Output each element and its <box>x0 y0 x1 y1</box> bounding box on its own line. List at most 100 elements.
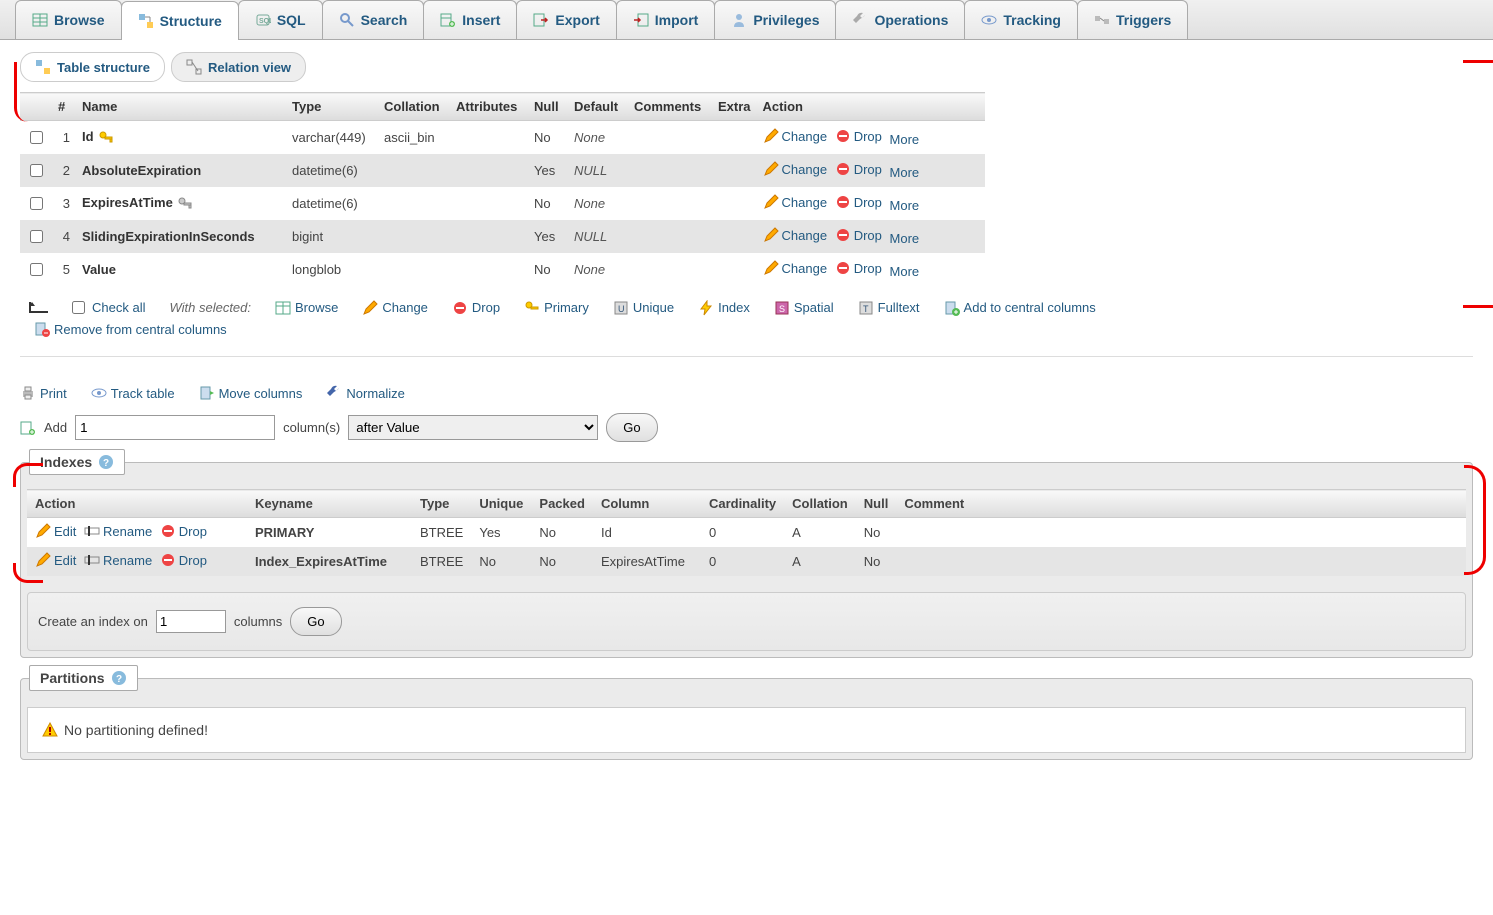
idx-header-collation: Collation <box>784 490 856 518</box>
change-link[interactable]: Change <box>763 161 828 177</box>
row-extra <box>712 121 757 155</box>
tab-triggers[interactable]: Triggers <box>1077 0 1188 39</box>
change-link[interactable]: Change <box>763 194 828 210</box>
drop-link[interactable]: Drop <box>160 523 207 539</box>
idx-collation: A <box>784 518 856 548</box>
row-checkbox[interactable] <box>30 197 43 210</box>
row-actions: Change Drop More <box>757 187 985 220</box>
bulk-browse[interactable]: Browse <box>275 300 338 316</box>
row-default: None <box>568 187 628 220</box>
drop-link[interactable]: Drop <box>835 194 882 210</box>
drop-link[interactable]: Drop <box>835 227 882 243</box>
tab-structure[interactable]: Structure <box>121 1 239 40</box>
add-position-select[interactable]: after Value <box>348 415 598 440</box>
more-link[interactable]: More <box>890 231 920 246</box>
add-go-button[interactable]: Go <box>606 413 657 442</box>
insert-icon <box>440 12 456 28</box>
svg-text:S: S <box>779 304 785 314</box>
print-icon <box>20 385 36 401</box>
more-link[interactable]: More <box>890 264 920 279</box>
table-icon <box>32 12 48 28</box>
row-null: No <box>528 187 568 220</box>
tab-privileges[interactable]: Privileges <box>714 0 836 39</box>
drop-icon <box>835 260 851 276</box>
row-checkbox[interactable] <box>30 263 43 276</box>
drop-icon <box>160 523 176 539</box>
tab-tracking[interactable]: Tracking <box>964 0 1078 39</box>
subtab-relation-view[interactable]: Relation view <box>171 52 306 82</box>
edit-link[interactable]: Edit <box>35 523 76 539</box>
track-link[interactable]: Track table <box>91 385 175 401</box>
rename-link[interactable]: Rename <box>84 523 152 539</box>
more-link[interactable]: More <box>890 132 920 147</box>
drop-icon <box>835 161 851 177</box>
bulk-drop[interactable]: Drop <box>452 300 500 316</box>
drop-link[interactable]: Drop <box>835 161 882 177</box>
more-link[interactable]: More <box>890 198 920 213</box>
tab-search[interactable]: Search <box>322 0 425 39</box>
drop-link[interactable]: Drop <box>160 552 207 568</box>
change-link[interactable]: Change <box>763 128 828 144</box>
add-count-input[interactable] <box>75 415 275 440</box>
drop-link[interactable]: Drop <box>835 260 882 276</box>
bulk-remove-central[interactable]: Remove from central columns <box>34 321 227 337</box>
subtab-table-structure[interactable]: Table structure <box>20 52 165 82</box>
more-link[interactable]: More <box>890 165 920 180</box>
bulk-index[interactable]: Index <box>698 300 750 316</box>
subtab-label: Relation view <box>208 60 291 75</box>
annotation-mark <box>1463 60 1493 308</box>
drop-link[interactable]: Drop <box>835 128 882 144</box>
tab-sql[interactable]: SQL SQL <box>238 0 323 39</box>
partition-warning: No partitioning defined! <box>27 707 1466 753</box>
create-index-input[interactable] <box>156 610 226 633</box>
tab-export[interactable]: Export <box>516 0 616 39</box>
change-link[interactable]: Change <box>763 227 828 243</box>
row-attributes <box>450 154 528 187</box>
row-attributes <box>450 253 528 286</box>
tab-insert[interactable]: Insert <box>423 0 517 39</box>
idx-packed: No <box>531 547 593 576</box>
pencil-icon <box>35 523 51 539</box>
tab-label: Tracking <box>1003 12 1061 28</box>
idx-header-column: Column <box>593 490 701 518</box>
row-attributes <box>450 187 528 220</box>
row-type: datetime(6) <box>286 154 378 187</box>
bulk-add-central[interactable]: Add to central columns <box>944 300 1096 316</box>
row-checkbox[interactable] <box>30 230 43 243</box>
bulk-spatial[interactable]: SSpatial <box>774 300 834 316</box>
tab-browse[interactable]: Browse <box>15 0 122 39</box>
move-link[interactable]: Move columns <box>199 385 303 401</box>
tab-import[interactable]: Import <box>616 0 716 39</box>
print-link[interactable]: Print <box>20 385 67 401</box>
bulk-change[interactable]: Change <box>362 300 428 316</box>
arrow-up-left-icon <box>28 300 44 316</box>
row-comments <box>628 220 712 253</box>
edit-link[interactable]: Edit <box>35 552 76 568</box>
bulk-primary[interactable]: Primary <box>524 300 589 316</box>
help-icon[interactable]: ? <box>98 454 114 470</box>
unique-icon: U <box>613 300 629 316</box>
structure-icon <box>138 13 154 29</box>
create-index-go-button[interactable]: Go <box>290 607 341 636</box>
idx-column: ExpiresAtTime <box>593 547 701 576</box>
rename-link[interactable]: Rename <box>84 552 152 568</box>
row-checkbox[interactable] <box>30 164 43 177</box>
change-link[interactable]: Change <box>763 260 828 276</box>
tab-label: Browse <box>54 12 105 28</box>
row-extra <box>712 154 757 187</box>
row-checkbox[interactable] <box>30 131 43 144</box>
normalize-link[interactable]: Normalize <box>326 385 405 401</box>
move-icon <box>199 385 215 401</box>
partition-warning-text: No partitioning defined! <box>64 722 208 738</box>
idx-header-keyname: Keyname <box>247 490 412 518</box>
bulk-fulltext[interactable]: TFulltext <box>858 300 920 316</box>
idx-cardinality: 0 <box>701 547 784 576</box>
help-icon[interactable]: ? <box>111 670 127 686</box>
row-collation <box>378 154 450 187</box>
col-header-comments: Comments <box>628 93 712 121</box>
bulk-unique[interactable]: UUnique <box>613 300 674 316</box>
row-comments <box>628 253 712 286</box>
check-all-checkbox[interactable] <box>72 301 85 314</box>
tab-operations[interactable]: Operations <box>835 0 965 39</box>
check-all[interactable]: Check all <box>68 298 145 317</box>
